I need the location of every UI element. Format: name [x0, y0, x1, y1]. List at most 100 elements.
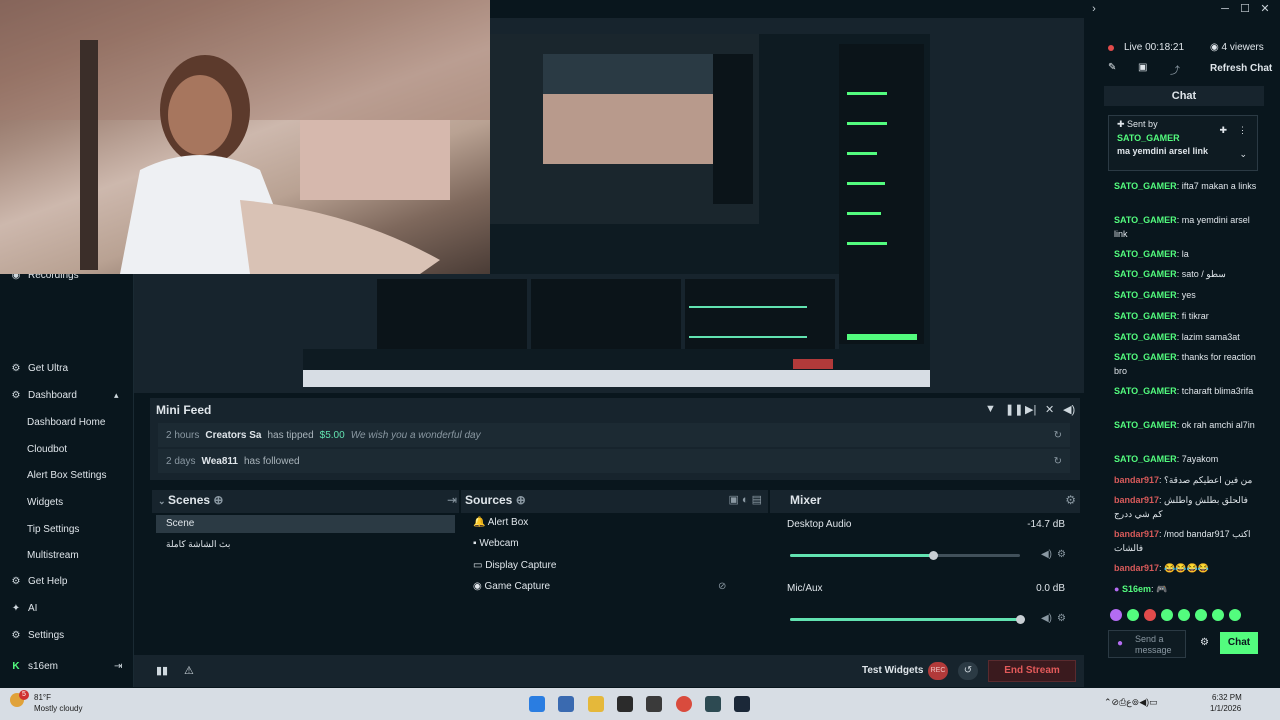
sidebar-item-cloudbot[interactable]: Cloudbot — [27, 444, 67, 455]
replay-buffer-icon[interactable]: ↺ — [958, 662, 978, 680]
source-item[interactable]: ▭ Display Capture — [473, 560, 556, 571]
minimize-button[interactable]: ─ — [1214, 0, 1236, 18]
feed-amount: $5.00 — [319, 429, 345, 441]
mixer-settings-icon[interactable]: ⚙ — [1065, 493, 1076, 507]
sidebar-item-widgets[interactable]: Widgets — [27, 497, 63, 508]
dashboard-icon: ⚙ — [11, 390, 21, 401]
emote-icon[interactable] — [1127, 609, 1139, 621]
sidebar-item-get-ultra[interactable]: ⚙ Get Ultra — [10, 363, 69, 374]
chevron-down-icon[interactable]: ⌄ — [158, 496, 168, 506]
chevron-up-icon[interactable]: ▴ — [114, 390, 119, 401]
emote-icon[interactable] — [1144, 609, 1156, 621]
sidebar-item-multistream[interactable]: Multistream — [27, 550, 79, 561]
refresh-chat-button[interactable]: Refresh Chat — [1210, 63, 1272, 74]
alert-warning-icon[interactable]: ⚠ — [184, 664, 194, 677]
streamlabs-icon[interactable] — [705, 696, 721, 712]
webcam-overlay — [0, 0, 490, 274]
scene-item[interactable]: بث الشاشة كاملة — [166, 539, 230, 550]
sidebar-item-tip-settings[interactable]: Tip Settings — [27, 524, 79, 535]
filter-icon[interactable]: ▼ — [985, 403, 996, 415]
app-icon[interactable] — [646, 696, 662, 712]
volume-icon[interactable]: ◀) — [1041, 549, 1052, 560]
volume-icon[interactable]: ◀) — [1063, 403, 1075, 416]
more-options-icon[interactable]: ⋮ — [1238, 125, 1247, 136]
pin-icon: ✚ — [1117, 119, 1128, 129]
mute-alerts-icon[interactable]: ✕ — [1045, 403, 1054, 416]
repeat-alert-icon[interactable]: ↻ — [1054, 456, 1062, 467]
add-scene-icon[interactable]: ⊕ — [213, 493, 223, 507]
sources-header: Sources ⊕ — [465, 493, 526, 507]
mini-feed-title: Mini Feed — [156, 403, 212, 417]
edit-stream-info-icon[interactable]: ✎ — [1108, 62, 1116, 73]
hidden-eye-icon[interactable]: ⊘ — [718, 581, 726, 592]
emote-icon[interactable] — [1229, 609, 1241, 621]
source-toolbar-icons[interactable]: ▣ ◐ ▤ — [728, 493, 762, 506]
repeat-alert-icon[interactable]: ↻ — [1054, 430, 1062, 441]
volume-icon[interactable]: ◀) — [1041, 613, 1052, 624]
fader-knob[interactable] — [929, 551, 938, 560]
end-stream-button[interactable]: End Stream — [988, 660, 1076, 682]
performance-icon[interactable]: ▮▮ — [156, 664, 168, 677]
maximize-button[interactable]: ☐ — [1234, 0, 1256, 18]
chat-message: SATO_GAMER: fi tikrar — [1114, 311, 1209, 321]
start-windows-icon[interactable] — [529, 696, 545, 712]
store-icon[interactable] — [558, 696, 574, 712]
sidebar-item-dashboard-home[interactable]: Dashboard Home — [27, 417, 105, 428]
test-widgets-button[interactable]: Test Widgets — [862, 665, 923, 676]
emote-icon[interactable] — [1195, 609, 1207, 621]
add-source-icon[interactable]: ⊕ — [516, 493, 526, 507]
sidebar-item-settings[interactable]: ⚙ Settings — [10, 630, 65, 641]
system-tray-icons[interactable]: ⌃⊘⎙ع⊚◀)▭ — [1104, 697, 1158, 708]
help-icon: ⚙ — [11, 576, 21, 587]
sidebar-item-alert-box-settings[interactable]: Alert Box Settings — [27, 470, 106, 481]
file-explorer-icon[interactable] — [588, 696, 604, 712]
emote-icon[interactable] — [1178, 609, 1190, 621]
unpin-icon[interactable]: ✚ — [1219, 125, 1227, 136]
sidebar-item-ai[interactable]: ✦ AI — [10, 603, 38, 614]
gear-icon: ⚙ — [11, 630, 21, 641]
stream-tools-icon[interactable]: ▣ — [1138, 62, 1147, 73]
feed-time: 2 hours — [166, 429, 200, 441]
ultra-icon: ⚙ — [11, 363, 21, 374]
source-item[interactable]: ▪ Webcam — [473, 538, 519, 549]
sources-dock: Sources ⊕ ▣ ◐ ▤ 🔔 Alert Box ▪ Webcam ▭ D… — [461, 490, 768, 647]
emote-icon[interactable] — [1212, 609, 1224, 621]
display-icon: ▭ — [473, 560, 486, 571]
gear-icon[interactable]: ⚙ — [1057, 549, 1066, 560]
chevron-down-icon[interactable]: ⌄ — [1239, 149, 1247, 160]
scene-transitions-icon[interactable]: ⇥ — [447, 493, 457, 507]
source-item[interactable]: 🔔 Alert Box — [473, 517, 528, 528]
steam-icon[interactable] — [734, 696, 750, 712]
collapse-chevron-icon[interactable]: › — [1083, 0, 1105, 18]
chat-input-placeholder[interactable]: Send a message — [1135, 634, 1181, 656]
feed-action: has followed — [243, 455, 300, 467]
emote-icon[interactable] — [1161, 609, 1173, 621]
game-icon: ◉ — [473, 581, 485, 592]
scene-item-selected[interactable]: Scene — [156, 515, 455, 533]
send-chat-button[interactable]: Chat — [1220, 632, 1258, 654]
mixer-dock: Mixer ⚙ Desktop Audio -14.7 dB ◀) ⚙ Mic/… — [770, 490, 1080, 647]
chrome-icon[interactable] — [676, 696, 692, 712]
sidebar-item-dashboard[interactable]: ⚙ Dashboard — [10, 390, 77, 401]
sidebar-item-get-help[interactable]: ⚙ Get Help — [10, 576, 68, 587]
rec-button[interactable]: REC — [928, 662, 948, 680]
close-button[interactable]: ✕ — [1254, 0, 1276, 18]
fader-fill — [790, 618, 1020, 621]
emote-icon[interactable] — [1110, 609, 1122, 621]
source-item[interactable]: ◉ Game Capture — [473, 581, 550, 592]
emote-bar[interactable] — [1110, 609, 1262, 623]
feed-message: We wish you a wonderful day — [350, 429, 481, 441]
fader-knob[interactable] — [1016, 615, 1025, 624]
logout-icon[interactable]: ⇥ — [114, 661, 122, 672]
chat-title: Chat — [1104, 86, 1264, 106]
chat-input-box[interactable]: ● Send a message — [1108, 630, 1186, 658]
viewer-count: ◉ 4 viewers — [1210, 42, 1264, 53]
gear-icon[interactable]: ⚙ — [1057, 613, 1066, 624]
share-icon[interactable]: ⤴ — [1170, 62, 1180, 77]
skip-icon[interactable]: ▶| — [1025, 403, 1036, 416]
webcam-feed-image — [0, 0, 490, 274]
app-icon[interactable] — [617, 696, 633, 712]
pause-icon[interactable]: ❚❚ — [1005, 403, 1023, 416]
sidebar-user[interactable]: Ks16em — [10, 661, 58, 672]
chat-settings-icon[interactable]: ⚙ — [1200, 637, 1209, 648]
